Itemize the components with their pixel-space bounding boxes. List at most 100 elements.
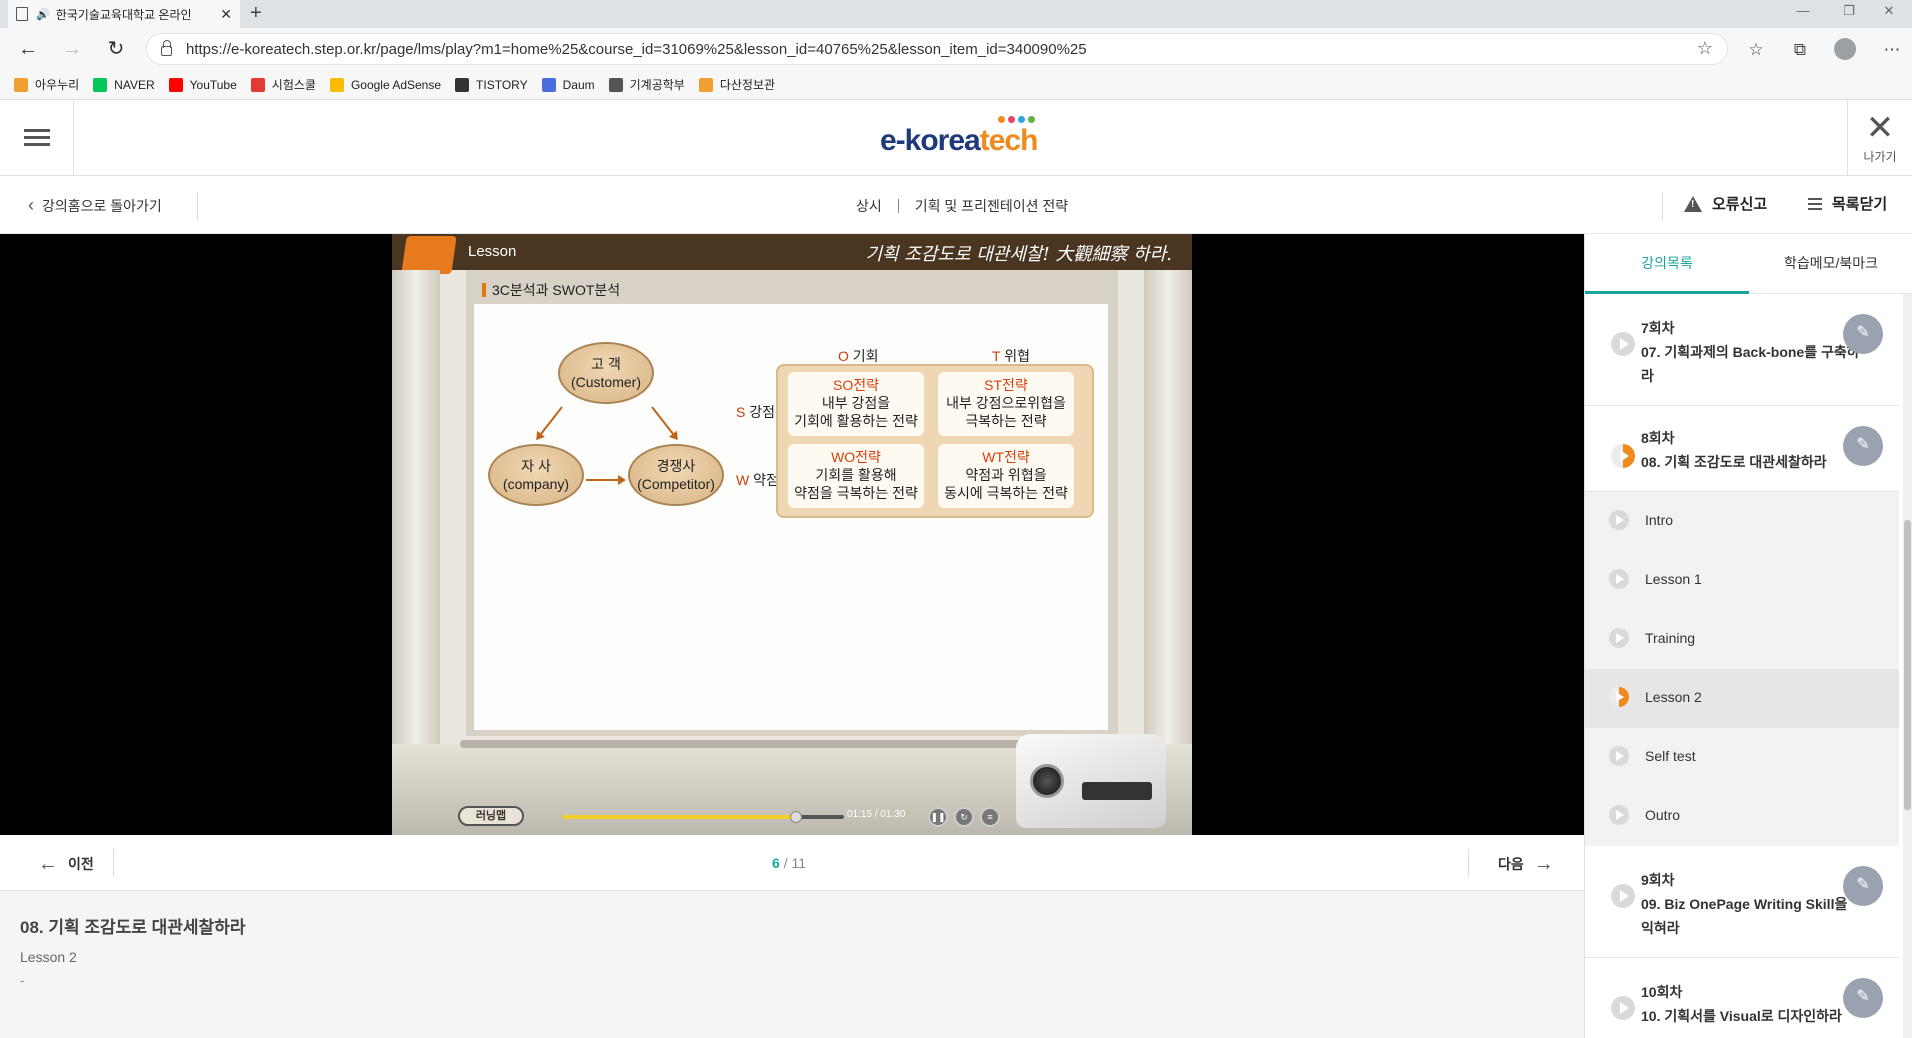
report-error-button[interactable]: 오류신고 <box>1684 193 1767 214</box>
bookmark-item[interactable]: YouTube <box>168 77 237 92</box>
lesson-info: 08. 기획 조감도로 대관세찰하라 Lesson 2 - <box>0 891 1584 1038</box>
edit-note-button[interactable]: ✎ <box>1843 314 1883 354</box>
lesson-item[interactable]: Self test <box>1585 728 1899 787</box>
lesson-title: 08. 기획 조감도로 대관세찰하라 <box>20 918 246 937</box>
replay-button[interactable]: ↻ <box>954 807 974 827</box>
play-icon <box>1609 569 1629 589</box>
course-title: 기획 및 프리젠테이션 전략 <box>914 198 1069 214</box>
lesson-item[interactable]: Training <box>1585 610 1899 669</box>
reload-button[interactable]: ↻ <box>102 36 130 64</box>
lesson-item-current[interactable]: Lesson 2 <box>1585 669 1899 728</box>
bookmark-item[interactable]: 시험스쿨 <box>250 76 316 93</box>
session-item[interactable]: 7회차 07. 기획과제의 Back-bone를 구축하라 ✎ <box>1585 294 1899 406</box>
video-player[interactable]: Lesson 기획 조감도로 대관세찰! 大觀細察 하라. 3C분석과 SWOT… <box>0 234 1584 835</box>
edit-note-button[interactable]: ✎ <box>1843 426 1883 466</box>
divider <box>197 192 198 220</box>
tab-lecture-list[interactable]: 강의목록 <box>1585 234 1749 294</box>
tab-memo-bookmark[interactable]: 학습메모/북마크 <box>1749 234 1912 294</box>
bookmark-item[interactable]: 다산정보관 <box>698 76 776 93</box>
company-node: 자 사 (company) <box>488 444 584 506</box>
menu-button[interactable] <box>0 100 74 175</box>
site-logo[interactable]: e-koreatech <box>880 116 1038 158</box>
sidebar-tabs: 강의목록 학습메모/북마크 <box>1585 234 1912 294</box>
play-icon <box>1611 332 1635 356</box>
new-tab-button[interactable]: + <box>250 2 262 25</box>
swot-row-s: S 강점 <box>736 404 775 420</box>
session-item-current[interactable]: 8회차 08. 기획 조감도로 대관세찰하라 ✎ <box>1585 406 1899 492</box>
swot-so-cell: SO전략 내부 강점을 기회에 활용하는 전략 <box>788 372 924 436</box>
lesson-slide: Lesson 기획 조감도로 대관세찰! 大觀細察 하라. 3C분석과 SWOT… <box>392 234 1192 835</box>
lesson-item[interactable]: Intro <box>1585 492 1899 551</box>
bookmark-item[interactable]: 기계공학부 <box>608 76 685 93</box>
sidebar-scroll-thumb[interactable] <box>1904 520 1911 810</box>
forward-button[interactable]: → <box>58 36 86 64</box>
close-list-label: 목록닫기 <box>1832 196 1888 213</box>
browser-tab[interactable]: 🔊 한국기술교육대학교 온라인 ✕ <box>8 0 240 28</box>
back-button[interactable]: ← <box>14 36 42 64</box>
lesson-description: - <box>20 973 25 988</box>
shield-icon <box>698 77 713 92</box>
hamburger-icon <box>23 125 50 150</box>
projector-lens <box>1030 764 1064 798</box>
exit-button[interactable]: ✕ 나가기 <box>1847 100 1912 175</box>
session-item[interactable]: 10회차 10. 기획서를 Visual로 디자인하라 ✎ <box>1585 958 1899 1038</box>
lesson-label: Intro <box>1645 512 1674 528</box>
edit-note-button[interactable]: ✎ <box>1843 978 1883 1018</box>
progress-knob[interactable] <box>790 811 803 823</box>
favorites-icon[interactable]: ☆ <box>1742 36 1770 64</box>
collections-icon[interactable]: ⧉ <box>1786 36 1814 64</box>
time-display: 01:15 / 01:30 <box>847 809 906 820</box>
lesson-label: Outro <box>1645 807 1681 823</box>
bookmark-item[interactable]: 아우누리 <box>14 76 79 93</box>
lock-icon[interactable] <box>161 40 172 56</box>
bookmark-item[interactable]: Google AdSense <box>329 77 441 92</box>
naver-icon <box>93 77 108 92</box>
divider <box>897 199 899 213</box>
url-field[interactable]: https://e-koreatech.step.or.kr/page/lms/… <box>146 33 1728 65</box>
bookmark-label: NAVER <box>114 77 155 92</box>
session-item[interactable]: 9회차 09. Biz OnePage Writing Skill을 익혀라 ✎ <box>1585 846 1899 958</box>
swot-wo-cell: WO전략 기회를 활용해 약점을 극복하는 전략 <box>788 444 924 508</box>
page-counter: 6 / 11 <box>772 855 806 871</box>
next-button[interactable]: 다음 → <box>1498 854 1564 874</box>
bookmark-item[interactable]: NAVER <box>93 77 155 92</box>
lesson-label: Lesson 1 <box>1645 571 1702 587</box>
session-number: 8회차 <box>1641 430 1675 446</box>
back-to-course-home-link[interactable]: ‹ 강의홈으로 돌아가기 <box>28 195 162 216</box>
browser-tabstrip: 🔊 한국기술교육대학교 온라인 ✕ + — ❐ ✕ <box>0 0 1912 28</box>
logo-dots <box>998 116 1038 123</box>
lesson-item[interactable]: Outro <box>1585 787 1899 846</box>
adsense-icon <box>329 77 344 92</box>
play-icon <box>1609 628 1629 648</box>
close-tab-icon[interactable]: ✕ <box>220 6 232 23</box>
more-icon[interactable]: ⋯ <box>1878 36 1906 64</box>
play-icon <box>1611 884 1635 908</box>
exit-label: 나가기 <box>1863 150 1897 164</box>
close-list-button[interactable]: 목록닫기 <box>1808 193 1887 214</box>
course-category: 상시 <box>856 198 882 214</box>
lesson-item[interactable]: Lesson 1 <box>1585 551 1899 610</box>
star-icon[interactable]: ☆ <box>1697 38 1713 59</box>
competitor-node: 경쟁사 (Competitor) <box>628 444 724 506</box>
play-icon <box>1609 746 1629 766</box>
edit-note-button[interactable]: ✎ <box>1843 866 1883 906</box>
pause-button[interactable]: ❚❚ <box>928 807 948 827</box>
url-text: https://e-koreatech.step.or.kr/page/lms/… <box>186 40 1087 58</box>
prev-button[interactable]: ← 이전 <box>28 854 94 874</box>
minimize-button[interactable]: — <box>1780 0 1826 28</box>
learning-map-button[interactable]: 러닝맵 <box>458 806 524 826</box>
s-icon <box>250 77 265 92</box>
company-sub: (company) <box>502 476 570 492</box>
logo-main: e-korea <box>880 124 981 157</box>
play-icon <box>1609 805 1629 825</box>
profile-avatar-icon[interactable] <box>1834 38 1856 60</box>
bookmark-label: 아우누리 <box>35 78 80 92</box>
menu-list-button[interactable]: ≡ <box>980 807 1000 827</box>
slide-header: Lesson 기획 조감도로 대관세찰! 大觀細察 하라. <box>392 234 1192 274</box>
bookmark-label: 다산정보관 <box>719 78 776 92</box>
close-window-button[interactable]: ✕ <box>1866 0 1912 28</box>
speaker-icon[interactable]: 🔊 <box>36 8 50 21</box>
progress-bar[interactable] <box>562 811 844 823</box>
bookmark-item[interactable]: Daum <box>541 77 595 92</box>
bookmark-item[interactable]: TISTORY <box>455 77 528 92</box>
